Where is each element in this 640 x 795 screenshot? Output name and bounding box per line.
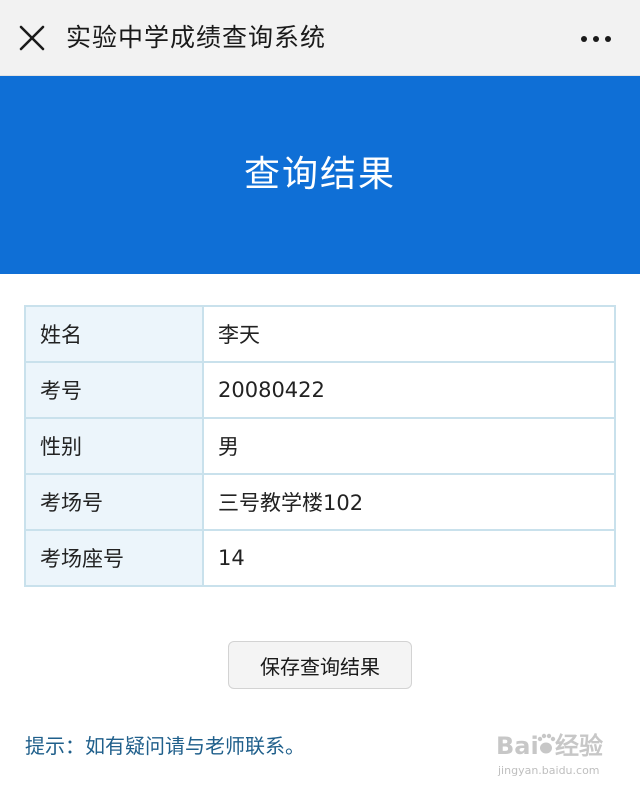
row-value: 李天	[202, 305, 616, 363]
result-banner: 查询结果	[0, 76, 640, 274]
result-table: 姓名 李天 考号 20080422 性别 男 考场号 三号教学楼102 考场座号…	[24, 305, 616, 587]
top-bar: 实验中学成绩查询系统	[0, 0, 640, 76]
row-label: 考号	[24, 361, 204, 419]
row-label: 考场号	[24, 473, 204, 531]
row-value: 20080422	[202, 361, 616, 419]
row-value: 三号教学楼102	[202, 473, 616, 531]
watermark-url: jingyan.baidu.com	[498, 764, 600, 777]
row-value: 14	[202, 529, 616, 587]
row-value: 男	[202, 417, 616, 475]
baidu-jingyan-logo: Bai 经验	[496, 732, 603, 760]
watermark: Bai 经验 jingyan.baidu.com	[494, 724, 612, 782]
table-row: 姓名 李天	[24, 305, 616, 363]
row-label: 姓名	[24, 305, 204, 363]
more-icon	[581, 36, 611, 42]
table-row: 考场号 三号教学楼102	[24, 473, 616, 531]
row-label: 性别	[24, 417, 204, 475]
row-label: 考场座号	[24, 529, 204, 587]
save-result-button[interactable]: 保存查询结果	[228, 641, 412, 689]
hint-text: 提示：如有疑问请与老师联系。	[25, 734, 305, 758]
table-row: 考场座号 14	[24, 529, 616, 587]
close-icon	[19, 25, 45, 51]
app-title: 实验中学成绩查询系统	[66, 23, 327, 52]
svg-text:经验: 经验	[555, 732, 603, 760]
table-row: 考号 20080422	[24, 361, 616, 419]
page-title: 查询结果	[243, 154, 396, 195]
more-button[interactable]	[576, 24, 616, 54]
table-row: 性别 男	[24, 417, 616, 475]
svg-text:Bai: Bai	[496, 732, 539, 760]
close-button[interactable]	[16, 22, 48, 54]
